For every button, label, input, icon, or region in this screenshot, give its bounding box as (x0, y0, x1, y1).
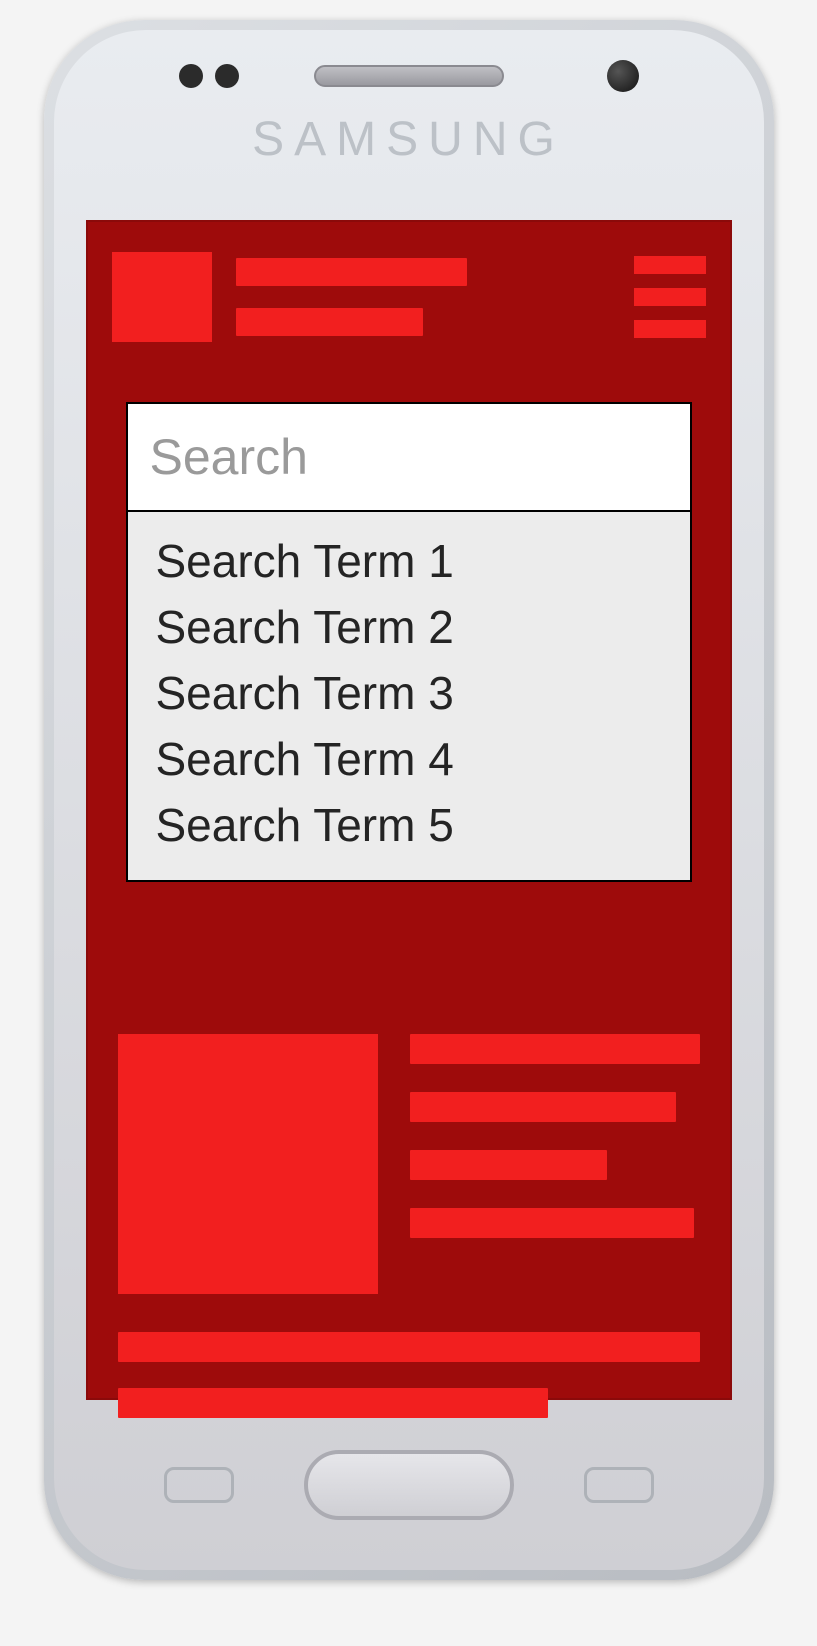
proximity-sensor-icon (179, 64, 203, 88)
placeholder-line (410, 1208, 694, 1238)
menu-button[interactable] (634, 252, 706, 338)
content-card (118, 1034, 700, 1294)
app-logo-icon[interactable] (112, 252, 212, 342)
home-button[interactable] (304, 1450, 514, 1520)
search-suggestion-item[interactable]: Search Term 2 (156, 594, 662, 660)
placeholder-line (118, 1332, 700, 1362)
search-suggestion-item[interactable]: Search Term 1 (156, 528, 662, 594)
hamburger-bar-icon (634, 288, 706, 306)
placeholder-line (118, 1388, 549, 1418)
search-suggestion-item[interactable]: Search Term 5 (156, 792, 662, 858)
placeholder-line (236, 258, 468, 286)
earpiece-speaker-icon (314, 65, 504, 87)
phone-top-bezel: SAMSUNG (54, 30, 764, 220)
brand-label: SAMSUNG (252, 112, 565, 167)
front-camera-icon (607, 60, 639, 92)
search-suggestion-item[interactable]: Search Term 4 (156, 726, 662, 792)
search-panel: Search Term 1 Search Term 2 Search Term … (126, 402, 692, 882)
search-input[interactable] (128, 404, 690, 512)
back-button[interactable] (584, 1467, 654, 1503)
search-suggestion-item[interactable]: Search Term 3 (156, 660, 662, 726)
app-screen: Search Term 1 Search Term 2 Search Term … (86, 220, 732, 1400)
placeholder-line (410, 1092, 677, 1122)
placeholder-line (410, 1034, 700, 1064)
phone-frame: SAMSUNG Search Term 1 Search (44, 20, 774, 1580)
search-suggestions-list: Search Term 1 Search Term 2 Search Term … (128, 512, 690, 880)
phone-bottom-bezel (54, 1400, 764, 1570)
light-sensor-icon (215, 64, 239, 88)
content-paragraph-placeholder (118, 1332, 700, 1418)
app-title-placeholder (236, 252, 610, 336)
content-text-placeholder (410, 1034, 700, 1294)
placeholder-line (236, 308, 423, 336)
app-header (88, 222, 730, 352)
phone-inner: SAMSUNG Search Term 1 Search (54, 30, 764, 1570)
placeholder-line (410, 1150, 607, 1180)
hamburger-bar-icon (634, 320, 706, 338)
recents-button[interactable] (164, 1467, 234, 1503)
hamburger-bar-icon (634, 256, 706, 274)
content-thumbnail-icon[interactable] (118, 1034, 378, 1294)
